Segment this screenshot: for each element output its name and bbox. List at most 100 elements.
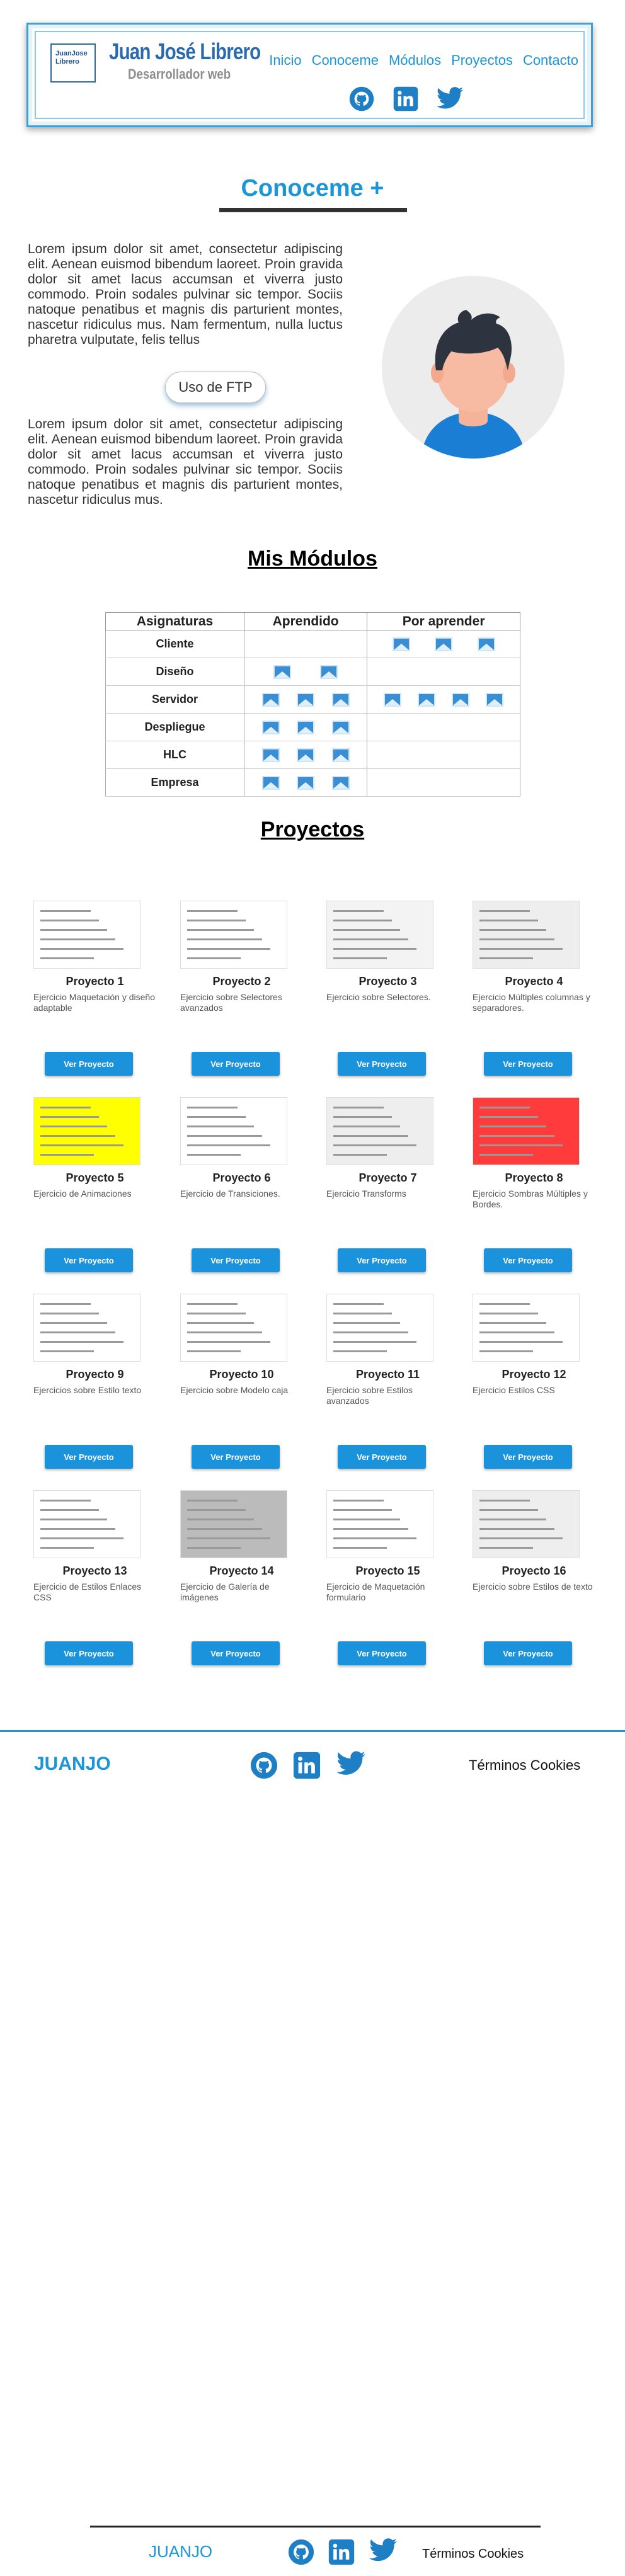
project-thumbnail[interactable] (473, 1294, 580, 1362)
module-name: Servidor (105, 685, 244, 714)
thumbnail-line (40, 938, 115, 940)
view-project-button[interactable]: Ver Proyecto (45, 1248, 133, 1272)
view-project-button[interactable]: Ver Proyecto (484, 1445, 572, 1469)
learned-images (243, 768, 368, 797)
view-project-button[interactable]: Ver Proyecto (338, 1248, 426, 1272)
image-icon (331, 775, 350, 790)
project-thumbnail[interactable] (326, 1490, 433, 1558)
bottom-cookies-link[interactable]: Términos Cookies (422, 2547, 524, 2562)
thumbnail-line (479, 920, 538, 921)
project-thumbnail[interactable] (180, 1097, 287, 1165)
thumbnail-line (40, 1322, 107, 1324)
thumbnail-line (40, 1313, 99, 1314)
project-thumbnail[interactable] (180, 1490, 287, 1558)
footer-cookies-link[interactable]: Términos Cookies (469, 1757, 580, 1774)
thumbnail-line (479, 1135, 554, 1137)
view-project-button[interactable]: Ver Proyecto (45, 1445, 133, 1469)
thumbnail-line (333, 1341, 416, 1343)
view-project-button[interactable]: Ver Proyecto (338, 1641, 426, 1665)
thumbnail-line (333, 1547, 387, 1549)
learned-images (243, 685, 368, 714)
twitter-icon[interactable] (368, 2538, 398, 2563)
project-thumbnail[interactable] (33, 901, 140, 969)
project-thumbnail[interactable] (180, 1294, 287, 1362)
project-thumbnail[interactable] (326, 1294, 433, 1362)
project-description: Ejercicio sobre Estilos de texto (473, 1582, 593, 1592)
view-project-button[interactable]: Ver Proyecto (192, 1248, 280, 1272)
view-project-button[interactable]: Ver Proyecto (484, 1248, 572, 1272)
thumbnail-line (333, 1116, 392, 1118)
project-thumbnail[interactable] (326, 1097, 433, 1165)
github-icon[interactable] (249, 1751, 278, 1780)
thumbnail-line (333, 1154, 387, 1156)
github-icon[interactable] (347, 84, 376, 113)
project-title: Proyecto 4 (505, 975, 563, 988)
project-thumbnail[interactable] (473, 901, 580, 969)
thumbnail-line (333, 1303, 384, 1305)
thumbnail-line (40, 1547, 94, 1549)
project-description: Ejercicios sobre Estilo texto (33, 1385, 142, 1395)
footer-brand[interactable]: JUANJO (34, 1753, 111, 1775)
project-thumbnail[interactable] (33, 1097, 140, 1165)
logo[interactable]: JuanJose Librero (50, 43, 96, 83)
linkedin-icon[interactable] (328, 2538, 355, 2566)
project-title: Proyecto 10 (209, 1368, 274, 1381)
module-name: Diseño (105, 658, 244, 686)
twitter-icon[interactable] (435, 84, 464, 113)
project-card: Proyecto 8 Ejercicio Sombras Múltiples y … (473, 1097, 595, 1286)
view-project-button[interactable]: Ver Proyecto (338, 1052, 426, 1076)
view-project-button[interactable]: Ver Proyecto (192, 1445, 280, 1469)
about-title-underline (219, 208, 407, 212)
project-thumbnail[interactable] (326, 901, 433, 969)
view-project-button[interactable]: Ver Proyecto (192, 1052, 280, 1076)
project-card: Proyecto 10 Ejercicio sobre Modelo caja Ve… (180, 1294, 303, 1483)
thumbnail-line (479, 938, 554, 940)
thumbnail-line (479, 1547, 533, 1549)
project-card: Proyecto 5 Ejercicio de Animaciones Ver Pr… (33, 1097, 156, 1286)
thumbnail-line (333, 1350, 387, 1352)
project-card: Proyecto 2 Ejercicio sobre Selectores ava… (180, 901, 303, 1090)
project-thumbnail[interactable] (473, 1097, 580, 1165)
nav-contacto[interactable]: Contacto (523, 52, 578, 69)
project-description: Ejercicio Estilos CSS (473, 1385, 555, 1395)
nav-proyectos[interactable]: Proyectos (451, 52, 513, 69)
to-learn-images (367, 658, 520, 686)
nav-inicio[interactable]: Inicio (269, 52, 301, 69)
thumbnail-line (187, 1528, 262, 1530)
thumbnail-line (187, 1135, 262, 1137)
project-description: Ejercicio de Estilos Enlaces CSS (33, 1582, 142, 1602)
thumbnail-line (40, 1331, 115, 1333)
thumbnail-line (187, 1303, 238, 1305)
linkedin-icon[interactable] (391, 84, 420, 113)
project-card: Proyecto 1 Ejercicio Maquetación y diseño… (33, 901, 156, 1090)
thumbnail-line (333, 948, 416, 950)
thumbnail-line (479, 948, 563, 950)
project-thumbnail[interactable] (180, 901, 287, 969)
bottom-footer-brand[interactable]: JUANJO (149, 2542, 212, 2562)
view-project-button[interactable]: Ver Proyecto (338, 1445, 426, 1469)
linkedin-icon[interactable] (292, 1751, 321, 1780)
header-socials (347, 84, 464, 113)
ftp-button[interactable]: Uso de FTP (165, 372, 266, 403)
view-project-button[interactable]: Ver Proyecto (192, 1641, 280, 1665)
project-description: Ejercicio sobre Selectores. (326, 992, 431, 1002)
nav-conoceme[interactable]: Conoceme (312, 52, 379, 69)
twitter-icon[interactable] (335, 1751, 367, 1777)
view-project-button[interactable]: Ver Proyecto (45, 1052, 133, 1076)
nav-modulos[interactable]: Módulos (389, 52, 441, 69)
modules-row: Despliegue (105, 713, 520, 741)
thumbnail-line (40, 1303, 91, 1305)
project-title: Proyecto 12 (502, 1368, 566, 1381)
view-project-button[interactable]: Ver Proyecto (45, 1641, 133, 1665)
github-icon[interactable] (287, 2538, 315, 2566)
project-thumbnail[interactable] (473, 1490, 580, 1558)
project-title: Proyecto 9 (66, 1368, 124, 1381)
view-project-button[interactable]: Ver Proyecto (484, 1052, 572, 1076)
footer-divider (0, 1730, 625, 1732)
thumbnail-line (333, 1528, 408, 1530)
project-thumbnail[interactable] (33, 1294, 140, 1362)
view-project-button[interactable]: Ver Proyecto (484, 1641, 572, 1665)
project-title: Proyecto 11 (355, 1368, 420, 1381)
project-thumbnail[interactable] (33, 1490, 140, 1558)
modules-title: Mis Módulos (248, 547, 377, 571)
